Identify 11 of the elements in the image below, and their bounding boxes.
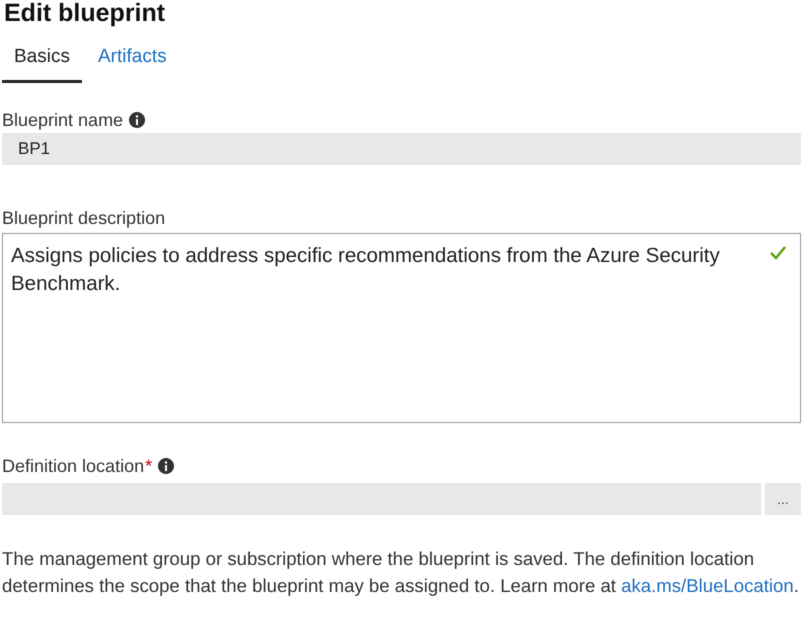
tab[interactable]: Basics (2, 46, 82, 83)
learn-more-link[interactable]: aka.ms/BlueLocation (621, 575, 794, 596)
page-title: Edit blueprint (3, 0, 166, 26)
field-label: Definition location (2, 456, 144, 476)
help-text: The management group or subscription where the blueprint is saved. The definition location determines the scope that the blueprint may be assigned to. Learn more at aka.ms/BlueLocation. (2, 547, 800, 598)
description-text: Assigns policies to address specific recommendations from the Azure Security Benchmark. (11, 243, 721, 297)
required-mark: * (145, 456, 152, 476)
tab[interactable]: Artifacts (86, 46, 179, 83)
field-label: Blueprint name (2, 110, 124, 130)
field-label: Blueprint description (2, 208, 166, 228)
text-area[interactable]: Assigns policies to address specific recommendations from the Azure Security Benchmark. (2, 233, 801, 423)
